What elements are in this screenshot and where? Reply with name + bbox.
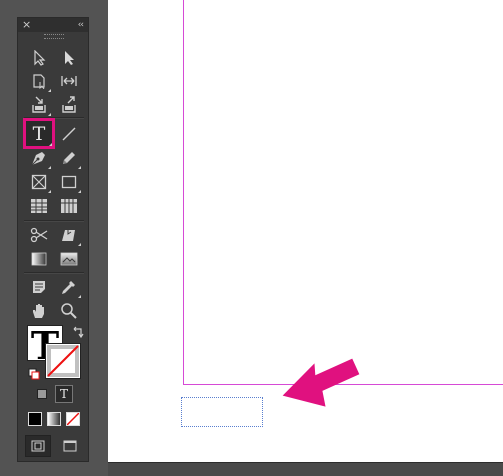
- collapse-icon[interactable]: ‹‹: [78, 18, 84, 32]
- collector-icon: [32, 96, 46, 113]
- eyedropper-tool[interactable]: [56, 275, 82, 299]
- free-transform-icon: [62, 227, 75, 241]
- rectangle-frame-icon: [31, 174, 47, 190]
- rectangle-icon: [61, 175, 77, 189]
- tools-panel: × ‹‹ T T: [17, 17, 89, 462]
- pen-icon: [31, 152, 45, 166]
- separator: [24, 220, 84, 222]
- rectangle-frame-tool[interactable]: [26, 170, 52, 194]
- grid-icon: [61, 199, 77, 213]
- separator: [24, 117, 84, 119]
- content-placer-tool[interactable]: [56, 93, 82, 117]
- pink-arrow-icon: [282, 358, 360, 407]
- panel-grip[interactable]: [44, 34, 64, 39]
- submenu-indicator: [48, 166, 51, 169]
- zoom-tool[interactable]: [56, 299, 82, 323]
- placer-icon: [62, 96, 76, 113]
- grid-tool[interactable]: [56, 194, 82, 218]
- content-collector-tool[interactable]: [26, 93, 52, 117]
- swap-fill-stroke-button[interactable]: [71, 325, 85, 339]
- formatting-text-icon: T: [59, 387, 68, 401]
- close-icon[interactable]: ×: [22, 18, 31, 32]
- none-icon: [67, 413, 79, 425]
- screen-mode-icon: [31, 440, 45, 452]
- page-icon: [33, 74, 45, 89]
- submenu-indicator: [48, 190, 51, 193]
- gap-icon: [61, 76, 77, 86]
- table-tool[interactable]: [26, 194, 52, 218]
- scissors-tool[interactable]: [26, 223, 52, 247]
- submenu-indicator: [78, 166, 81, 169]
- submenu-indicator: [78, 190, 81, 193]
- none-swatch-icon: [47, 345, 79, 377]
- selection-tool[interactable]: [26, 46, 52, 70]
- submenu-indicator: [48, 89, 51, 92]
- hand-tool[interactable]: [26, 299, 52, 323]
- submenu-indicator: [78, 243, 81, 246]
- formatting-affects-container-button[interactable]: [37, 389, 47, 399]
- gradient-feather-icon: [60, 252, 78, 266]
- gradient-swatch-icon: [31, 252, 47, 266]
- rectangle-tool[interactable]: [56, 170, 82, 194]
- arrow-filled-icon: [65, 51, 74, 65]
- hand-icon: [33, 304, 44, 318]
- canvas-bottom-edge: [108, 462, 503, 476]
- swap-arrows-icon: [73, 326, 84, 339]
- scissors-icon: [30, 227, 48, 243]
- gradient-swatch-tool[interactable]: [26, 247, 52, 271]
- eyedropper-icon: [62, 281, 75, 294]
- stroke-swatch[interactable]: [45, 343, 81, 379]
- pencil-tool[interactable]: [56, 146, 82, 170]
- line-icon: [62, 127, 76, 141]
- separator: [24, 272, 84, 274]
- submenu-indicator: [48, 113, 51, 116]
- formatting-affects-text-button[interactable]: T: [55, 385, 73, 403]
- apply-gradient-button[interactable]: [47, 412, 61, 426]
- default-fill-stroke-button[interactable]: [28, 365, 40, 380]
- note-icon: [33, 281, 45, 293]
- line-tool[interactable]: [56, 122, 82, 146]
- type-icon: T: [32, 122, 46, 145]
- preview-mode-button[interactable]: [58, 437, 82, 455]
- panel-titlebar[interactable]: × ‹‹: [18, 18, 88, 32]
- gradient-feather-tool[interactable]: [56, 247, 82, 271]
- zoom-icon: [61, 303, 77, 319]
- free-transform-tool[interactable]: [56, 223, 82, 247]
- normal-mode-button[interactable]: [25, 435, 51, 457]
- page-tool[interactable]: [26, 69, 52, 93]
- type-tool[interactable]: T: [23, 118, 55, 149]
- document-page[interactable]: [183, 0, 503, 385]
- direct-selection-tool[interactable]: [56, 46, 82, 70]
- table-icon: [31, 199, 47, 213]
- arrow-outline-icon: [34, 50, 46, 66]
- apply-color-button[interactable]: [28, 412, 42, 426]
- submenu-indicator: [78, 295, 81, 298]
- apply-none-button[interactable]: [66, 412, 80, 426]
- note-tool[interactable]: [26, 275, 52, 299]
- text-frame[interactable]: [181, 397, 263, 427]
- pencil-icon: [63, 152, 75, 164]
- pen-tool[interactable]: [26, 146, 52, 170]
- preview-mode-icon: [63, 440, 77, 452]
- gap-tool[interactable]: [56, 69, 82, 93]
- default-fill-stroke-icon: [28, 368, 40, 380]
